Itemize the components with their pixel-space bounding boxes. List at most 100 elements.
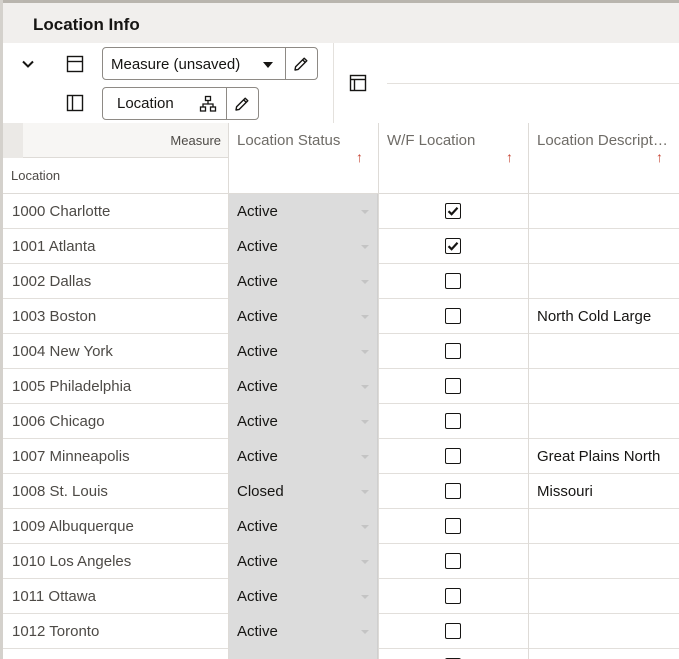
location-status-value: Active — [237, 588, 278, 605]
wf-location-checkbox[interactable] — [445, 378, 461, 394]
wf-location-checkbox[interactable] — [445, 273, 461, 289]
sort-ascending-icon[interactable]: ↑ — [356, 149, 363, 165]
table-row[interactable]: 1011 Ottawa Active — [3, 579, 679, 614]
location-status-select[interactable]: Active — [229, 509, 378, 544]
collapse-button[interactable] — [17, 53, 39, 75]
location-status-select[interactable]: Active — [229, 299, 378, 334]
location-status-value: Active — [237, 308, 278, 325]
edit-location-button[interactable] — [231, 93, 253, 115]
location-status-select[interactable]: Active — [229, 194, 378, 229]
chip-divider — [226, 88, 227, 119]
column-divider — [228, 123, 229, 659]
location-status-select[interactable]: Active — [229, 614, 378, 649]
hierarchy-icon — [199, 95, 217, 112]
title-bar: Location Info — [3, 3, 679, 43]
checkmark-icon — [447, 242, 459, 251]
caret-down-icon — [361, 630, 369, 634]
location-status-select[interactable]: Active — [229, 439, 378, 474]
table-row[interactable]: 1001 Atlanta Active — [3, 229, 679, 264]
wf-location-checkbox[interactable] — [445, 518, 461, 534]
location-cell: 1002 Dallas — [12, 273, 92, 290]
wf-location-checkbox[interactable] — [445, 238, 461, 254]
sort-ascending-icon[interactable]: ↑ — [506, 149, 513, 165]
wf-location-checkbox[interactable] — [445, 203, 461, 219]
wf-location-checkbox[interactable] — [445, 308, 461, 324]
location-status-select[interactable]: Active — [229, 264, 378, 299]
location-cell: 1003 Boston — [12, 308, 97, 325]
location-status-value: Active — [237, 553, 278, 570]
chevron-down-icon — [22, 60, 34, 68]
location-chip[interactable]: Location — [102, 87, 259, 120]
caret-down-icon — [361, 560, 369, 564]
location-description-cell[interactable]: North Cold Large — [537, 308, 651, 325]
location-status-value: Active — [237, 238, 278, 255]
edit-measure-button[interactable] — [290, 53, 312, 75]
caret-down-icon — [361, 490, 369, 494]
table-row[interactable]: 1004 New York Active — [3, 334, 679, 369]
location-status-value: Closed — [237, 483, 284, 500]
location-chip-label: Location — [117, 95, 174, 112]
wf-location-checkbox[interactable] — [445, 483, 461, 499]
column-header-location-status[interactable]: Location Status ↑ — [229, 123, 379, 194]
location-cell: 1005 Philadelphia — [12, 378, 132, 395]
location-status-select[interactable]: Active — [229, 579, 378, 614]
pivot-icon — [349, 74, 367, 92]
table-row[interactable]: 1010 Los Angeles Active — [3, 544, 679, 579]
table-row[interactable]: 1006 Chicago Active — [3, 404, 679, 439]
measure-header-label: Measure — [170, 133, 221, 148]
column-divider — [378, 123, 379, 659]
caret-down-icon — [361, 210, 369, 214]
sort-ascending-icon[interactable]: ↑ — [656, 149, 663, 165]
location-description-cell[interactable]: Missouri — [537, 483, 593, 500]
pivot-button[interactable] — [347, 72, 369, 94]
row-layout-icon — [66, 55, 84, 73]
location-status-select[interactable]: Closed — [229, 474, 378, 509]
wf-location-checkbox[interactable] — [445, 413, 461, 429]
table-row[interactable]: 1000 Charlotte Active — [3, 194, 679, 229]
row-layout-button[interactable] — [64, 53, 86, 75]
location-status-select[interactable]: Active — [229, 404, 378, 439]
measure-dropdown[interactable]: Measure (unsaved) — [102, 47, 318, 80]
table-row[interactable] — [3, 649, 679, 659]
location-status-value: Active — [237, 518, 278, 535]
wf-location-checkbox[interactable] — [445, 553, 461, 569]
wf-location-checkbox[interactable] — [445, 343, 461, 359]
wf-location-checkbox[interactable] — [445, 448, 461, 464]
table-row[interactable]: 1005 Philadelphia Active — [3, 369, 679, 404]
toolbar: Measure (unsaved) Location — [3, 43, 679, 123]
location-status-select[interactable]: Active — [229, 544, 378, 579]
table-row[interactable]: 1002 Dallas Active — [3, 264, 679, 299]
column-layout-button[interactable] — [64, 92, 86, 114]
location-description-cell[interactable]: Great Plains North — [537, 448, 660, 465]
table-row[interactable]: 1007 Minneapolis Active Great Plains North — [3, 439, 679, 474]
corner-location-header: Location — [3, 158, 229, 194]
table-row[interactable]: 1003 Boston Active North Cold Large — [3, 299, 679, 334]
column-header-location-description[interactable]: Location Descript… ↑ — [529, 123, 679, 194]
column-divider — [528, 123, 529, 659]
table-row[interactable]: 1012 Toronto Active — [3, 614, 679, 649]
measure-dropdown-value: Measure (unsaved) — [111, 56, 241, 73]
location-cell: 1011 Ottawa — [12, 588, 96, 605]
hierarchy-button[interactable] — [197, 93, 219, 115]
wf-location-checkbox[interactable] — [445, 588, 461, 604]
location-status-value: Active — [237, 203, 278, 220]
location-cell: 1008 St. Louis — [12, 483, 108, 500]
column-header-label: W/F Location — [387, 132, 476, 149]
location-cell: 1006 Chicago — [12, 413, 105, 430]
location-status-select[interactable]: Active — [229, 334, 378, 369]
location-cell: 1012 Toronto — [12, 623, 100, 640]
toolbar-divider — [387, 83, 679, 84]
caret-down-icon — [361, 420, 369, 424]
table-row[interactable]: 1009 Albuquerque Active — [3, 509, 679, 544]
location-status-select[interactable] — [229, 649, 378, 659]
table-row[interactable]: 1008 St. Louis Closed Missouri — [3, 474, 679, 509]
location-status-select[interactable]: Active — [229, 369, 378, 404]
column-header-label: Location Status — [237, 132, 341, 149]
column-header-wf-location[interactable]: W/F Location ↑ — [379, 123, 529, 194]
location-cell: 1004 New York — [12, 343, 113, 360]
wf-location-checkbox[interactable] — [445, 623, 461, 639]
data-grid: Measure Location Location Status ↑ W/F L… — [3, 123, 679, 659]
location-status-select[interactable]: Active — [229, 229, 378, 264]
column-layout-icon — [66, 94, 84, 112]
caret-down-icon — [361, 280, 369, 284]
